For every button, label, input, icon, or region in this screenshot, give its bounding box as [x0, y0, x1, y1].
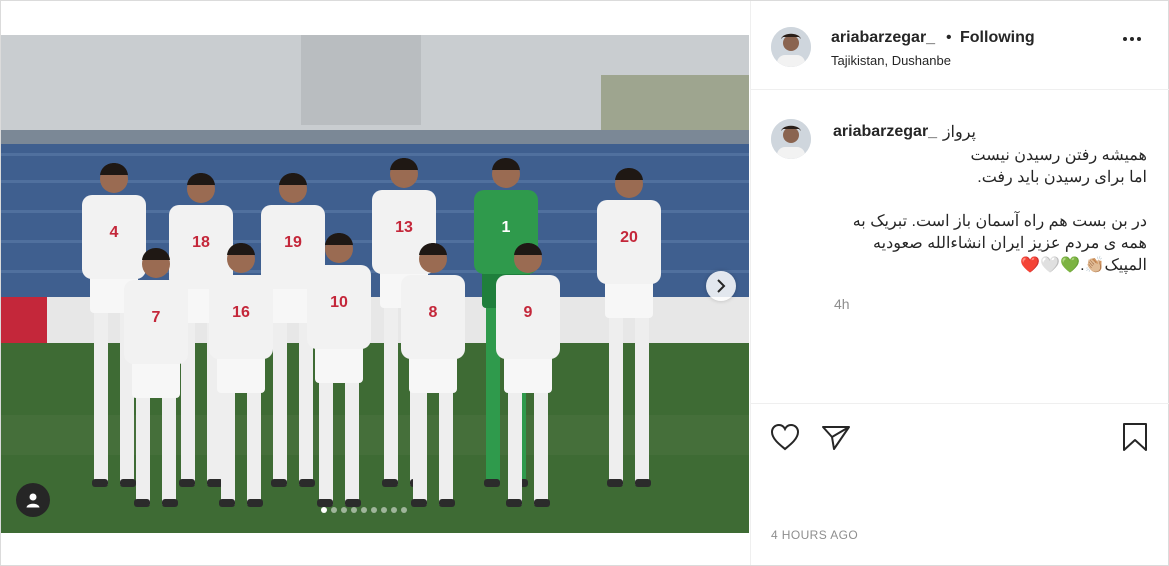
header-separator: • [946, 29, 952, 46]
caption: ariabarzegar_ پرواز همیشه رفتن رسیدن نیس… [751, 91, 1169, 403]
caption-line-2: همیشه رفتن رسیدن نیست [970, 147, 1147, 164]
post-sidebar: ariabarzegar_ • Following Tajikistan, Du… [750, 1, 1169, 565]
following-button[interactable]: Following [960, 29, 1035, 47]
user-icon [26, 493, 40, 508]
avatar[interactable] [771, 27, 811, 67]
next-slide-button[interactable] [706, 271, 736, 301]
carousel-dot [401, 507, 407, 513]
post-header: ariabarzegar_ • Following Tajikistan, Du… [751, 1, 1169, 90]
jersey-number: 8 [429, 304, 438, 321]
team-photo[interactable]: 4 18 19 13 1 20 7 16 10 8 9 [1, 35, 749, 533]
save-button[interactable] [1118, 420, 1152, 454]
carousel-dot [361, 507, 367, 513]
carousel-dot [331, 507, 337, 513]
carousel-dot [341, 507, 347, 513]
jersey-number: 19 [284, 234, 302, 251]
instagram-post: 4 18 19 13 1 20 7 16 10 8 9 ariabarzegar_ • Follow… [0, 0, 1169, 566]
jersey-number: 18 [192, 234, 210, 251]
jersey-number: 13 [395, 219, 413, 236]
carousel-dot [371, 507, 377, 513]
jersey-number: 10 [330, 294, 348, 311]
carousel-dot [391, 507, 397, 513]
like-button[interactable] [768, 420, 802, 454]
caption-line-1: پرواز [942, 124, 976, 141]
tagged-users-button[interactable] [16, 483, 50, 517]
more-options-icon[interactable] [1123, 37, 1141, 41]
heart-icon [770, 423, 800, 451]
chevron-right-icon [717, 279, 726, 293]
post-timestamp[interactable]: 4 HOURS AGO [771, 528, 858, 542]
caption-line-3: اما برای رسیدن باید رفت. [977, 169, 1147, 186]
bookmark-icon [1123, 423, 1147, 451]
carousel-dot [351, 507, 357, 513]
location-link[interactable]: Tajikistan, Dushanbe [831, 53, 951, 68]
carousel-indicators [321, 507, 407, 513]
post-media: 4 18 19 13 1 20 7 16 10 8 9 [1, 1, 749, 565]
jersey-number: 4 [110, 224, 119, 241]
carousel-dot [381, 507, 387, 513]
jersey-number: 1 [502, 219, 511, 236]
jersey-number: 20 [620, 229, 638, 246]
jersey-number: 16 [232, 304, 250, 321]
caption-avatar[interactable] [771, 119, 811, 159]
jersey-number: 7 [152, 309, 161, 326]
share-button[interactable] [819, 420, 853, 454]
caption-line-4: در بن بست هم راه آسمان باز است. تبریک به… [852, 213, 1147, 274]
carousel-dot [321, 507, 327, 513]
header-username[interactable]: ariabarzegar_ [831, 29, 935, 47]
post-actions: 4 HOURS AGO [751, 403, 1169, 566]
caption-relative-time[interactable]: 4h [834, 296, 850, 312]
paper-plane-icon [822, 426, 850, 450]
jersey-number: 9 [524, 304, 533, 321]
